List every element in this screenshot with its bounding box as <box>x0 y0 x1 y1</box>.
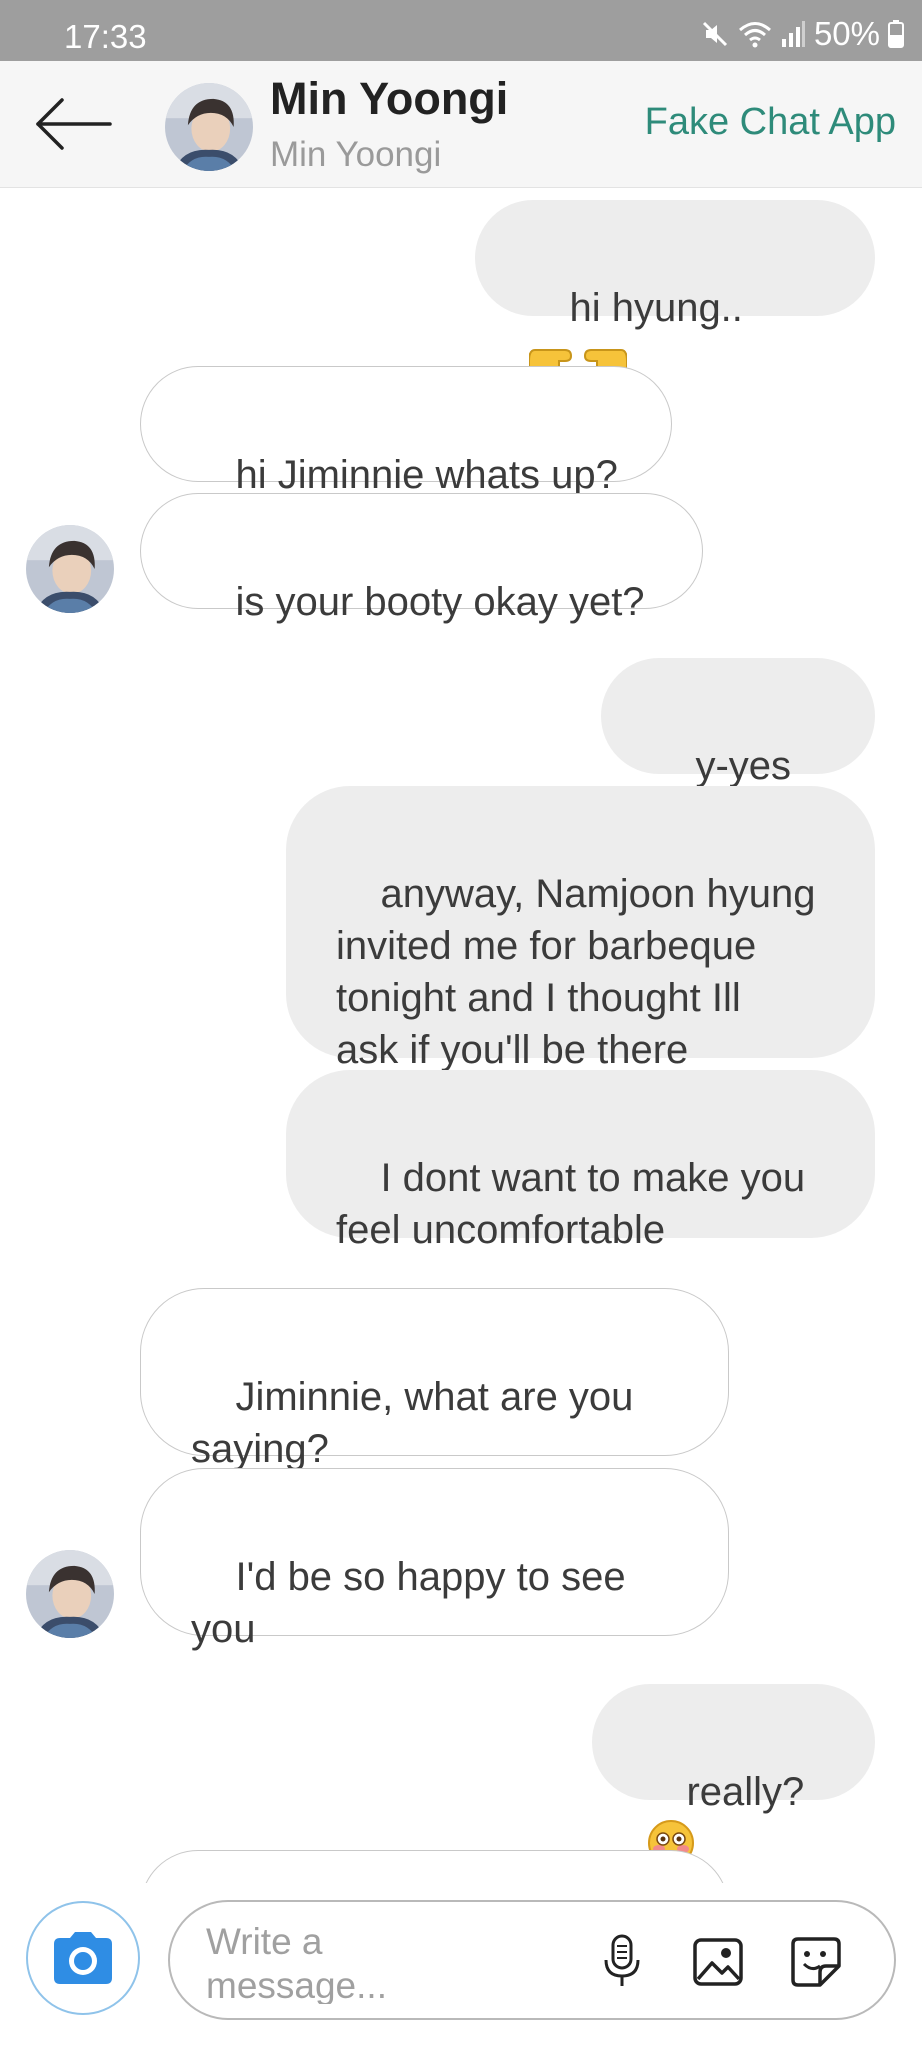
microphone-button[interactable] <box>594 1934 650 1990</box>
message-bubble-outgoing[interactable]: really? <box>592 1684 875 1866</box>
message-text: I dont want to make you feel uncomfortab… <box>336 1156 806 1252</box>
mute-icon <box>700 19 730 49</box>
message-input[interactable] <box>206 1920 586 2004</box>
message-bubble-outgoing[interactable]: y-yes <box>601 658 875 837</box>
message-bubble-incoming[interactable]: Jiminnie, what are you saying? <box>140 1288 729 1471</box>
message-text: hi Jiminnie whats up? <box>235 453 618 497</box>
image-icon <box>693 1938 743 1986</box>
signal-icon <box>780 19 806 49</box>
message-bubble-incoming[interactable]: I'd be so happy to see you <box>140 1468 729 1651</box>
message-text: y-yes <box>695 744 803 788</box>
status-time: 17:33 <box>64 18 147 55</box>
status-icons: 50% <box>700 15 904 52</box>
message-bubble-outgoing[interactable]: I dont want to make you feel uncomfortab… <box>286 1070 875 1252</box>
message-text: really? <box>686 1770 805 1814</box>
status-bar: 17:33 50% <box>0 0 922 61</box>
contact-avatar[interactable] <box>165 83 253 171</box>
app-name-label: Fake Chat App <box>644 101 896 143</box>
sticker-icon <box>791 1937 841 1987</box>
message-bubble-incoming[interactable]: is your booty okay yet? <box>140 493 703 624</box>
chat-messages[interactable]: hi hyung.. hi Jiminnie whats up? is your… <box>0 188 922 1883</box>
back-arrow-icon <box>36 98 112 150</box>
message-bubble-incoming[interactable] <box>140 1850 729 1883</box>
contact-subtitle: Min Yoongi <box>270 135 442 174</box>
wifi-icon <box>738 19 772 49</box>
back-button[interactable] <box>32 89 116 159</box>
contact-avatar-small[interactable] <box>26 525 114 613</box>
battery-icon <box>888 20 904 48</box>
message-text: hi hyung.. <box>569 286 743 330</box>
message-bubble-outgoing[interactable]: anyway, Namjoon hyung invited me for bar… <box>286 786 875 1072</box>
message-text: is your booty okay yet? <box>235 580 645 624</box>
camera-button[interactable] <box>26 1901 140 2015</box>
message-text: Jiminnie, what are you saying? <box>191 1375 634 1471</box>
sticker-button[interactable] <box>788 1934 844 1990</box>
contact-name[interactable]: Min Yoongi <box>270 73 508 125</box>
message-bubble-incoming[interactable]: hi Jiminnie whats up? <box>140 366 672 497</box>
contact-avatar-small[interactable] <box>26 1550 114 1638</box>
microphone-icon <box>604 1934 640 1986</box>
composer-bar <box>0 1883 922 2048</box>
message-text: anyway, Namjoon hyung invited me for bar… <box>336 872 816 1072</box>
message-bubble-outgoing[interactable]: hi hyung.. <box>475 200 875 382</box>
camera-icon <box>54 1932 112 1984</box>
chat-header: Min Yoongi Min Yoongi Fake Chat App <box>0 61 922 188</box>
message-text: I'd be so happy to see you <box>191 1555 626 1651</box>
image-button[interactable] <box>690 1934 746 1990</box>
message-composer <box>168 1900 896 2020</box>
battery-percent: 50% <box>813 15 880 52</box>
